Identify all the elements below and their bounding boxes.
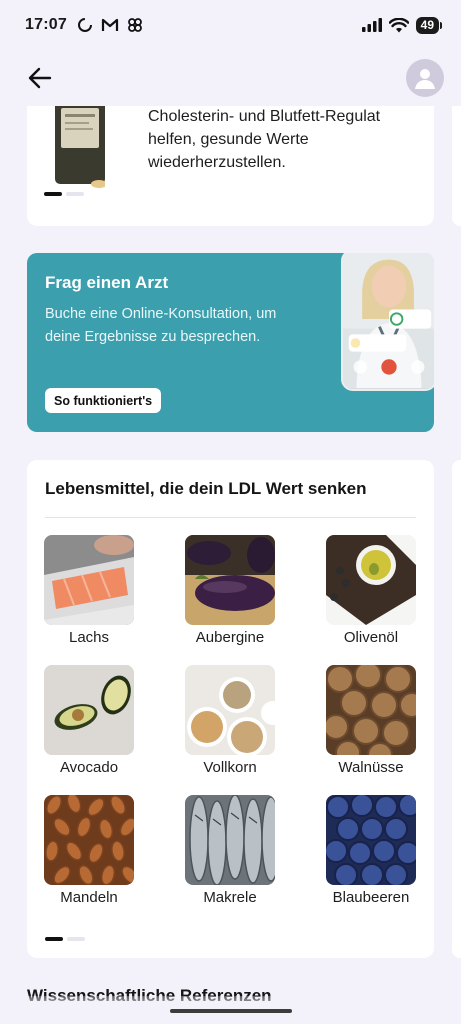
next-card-peek [452,100,461,226]
food-item-vollkorn[interactable]: Vollkorn [165,665,295,776]
eggplant-image [185,535,275,625]
divider [45,517,416,518]
whole-grain-image [185,665,275,755]
supplement-bottle-image [55,100,105,188]
food-item-blaubeeren[interactable]: Blaubeeren [306,795,436,906]
pagination-dot [67,937,85,941]
wifi-icon [388,17,409,32]
promo-description: Buche eine Online-Konsultation, um deine… [45,306,277,345]
top-nav [0,50,461,106]
olive-oil-image [326,535,416,625]
food-item-walnuesse[interactable]: Walnüsse [306,665,436,776]
signal-icon [361,18,382,32]
food-item-aubergine[interactable]: Aubergine [165,535,295,646]
battery-level: 49 [420,18,434,32]
ldl-foods-card: Lebensmittel, die dein LDL Wert senken L… [27,460,434,958]
notification-icons [77,17,143,33]
back-arrow-icon[interactable] [26,64,54,92]
home-indicator[interactable] [170,1009,292,1013]
pagination-dot-active [44,192,62,196]
next-card-peek [452,460,461,958]
pagination-dot [66,192,84,196]
battery-indicator: 49 [415,16,443,34]
food-item-makrele[interactable]: Makrele [165,795,295,906]
mackerel-image [185,795,275,885]
food-item-mandeln[interactable]: Mandeln [24,795,154,906]
carousel-pagination [44,192,84,196]
promo-title: Frag einen Arzt [45,273,169,292]
status-time: 17:07 [25,16,67,33]
blueberries-image [326,795,416,885]
ask-doctor-card[interactable]: Frag einen Arzt Buche eine Online-Konsul… [27,253,434,432]
food-item-lachs[interactable]: Lachs [24,535,154,646]
status-bar: 17:07 49 [0,0,461,50]
salmon-image [44,535,134,625]
doctor-video-call-image [341,253,434,391]
food-item-olivenoel[interactable]: Olivenöl [306,535,436,646]
pinwheel-icon [128,18,142,32]
user-icon [415,69,435,89]
supplement-description: Cholesterin- und Blutfett-Regulat helfen… [148,108,381,171]
foods-pagination [45,937,85,941]
foods-title: Lebensmittel, die dein LDL Wert senken [45,479,367,498]
avocado-image [44,665,134,755]
how-it-works-button[interactable]: So funktioniert's [45,388,162,413]
sync-icon [77,18,92,32]
pagination-dot-active [45,937,63,941]
profile-avatar[interactable] [406,59,444,97]
walnuts-image [326,665,416,755]
gmail-icon [101,18,119,31]
food-item-avocado[interactable]: Avocado [24,665,154,776]
almonds-image [44,795,134,885]
